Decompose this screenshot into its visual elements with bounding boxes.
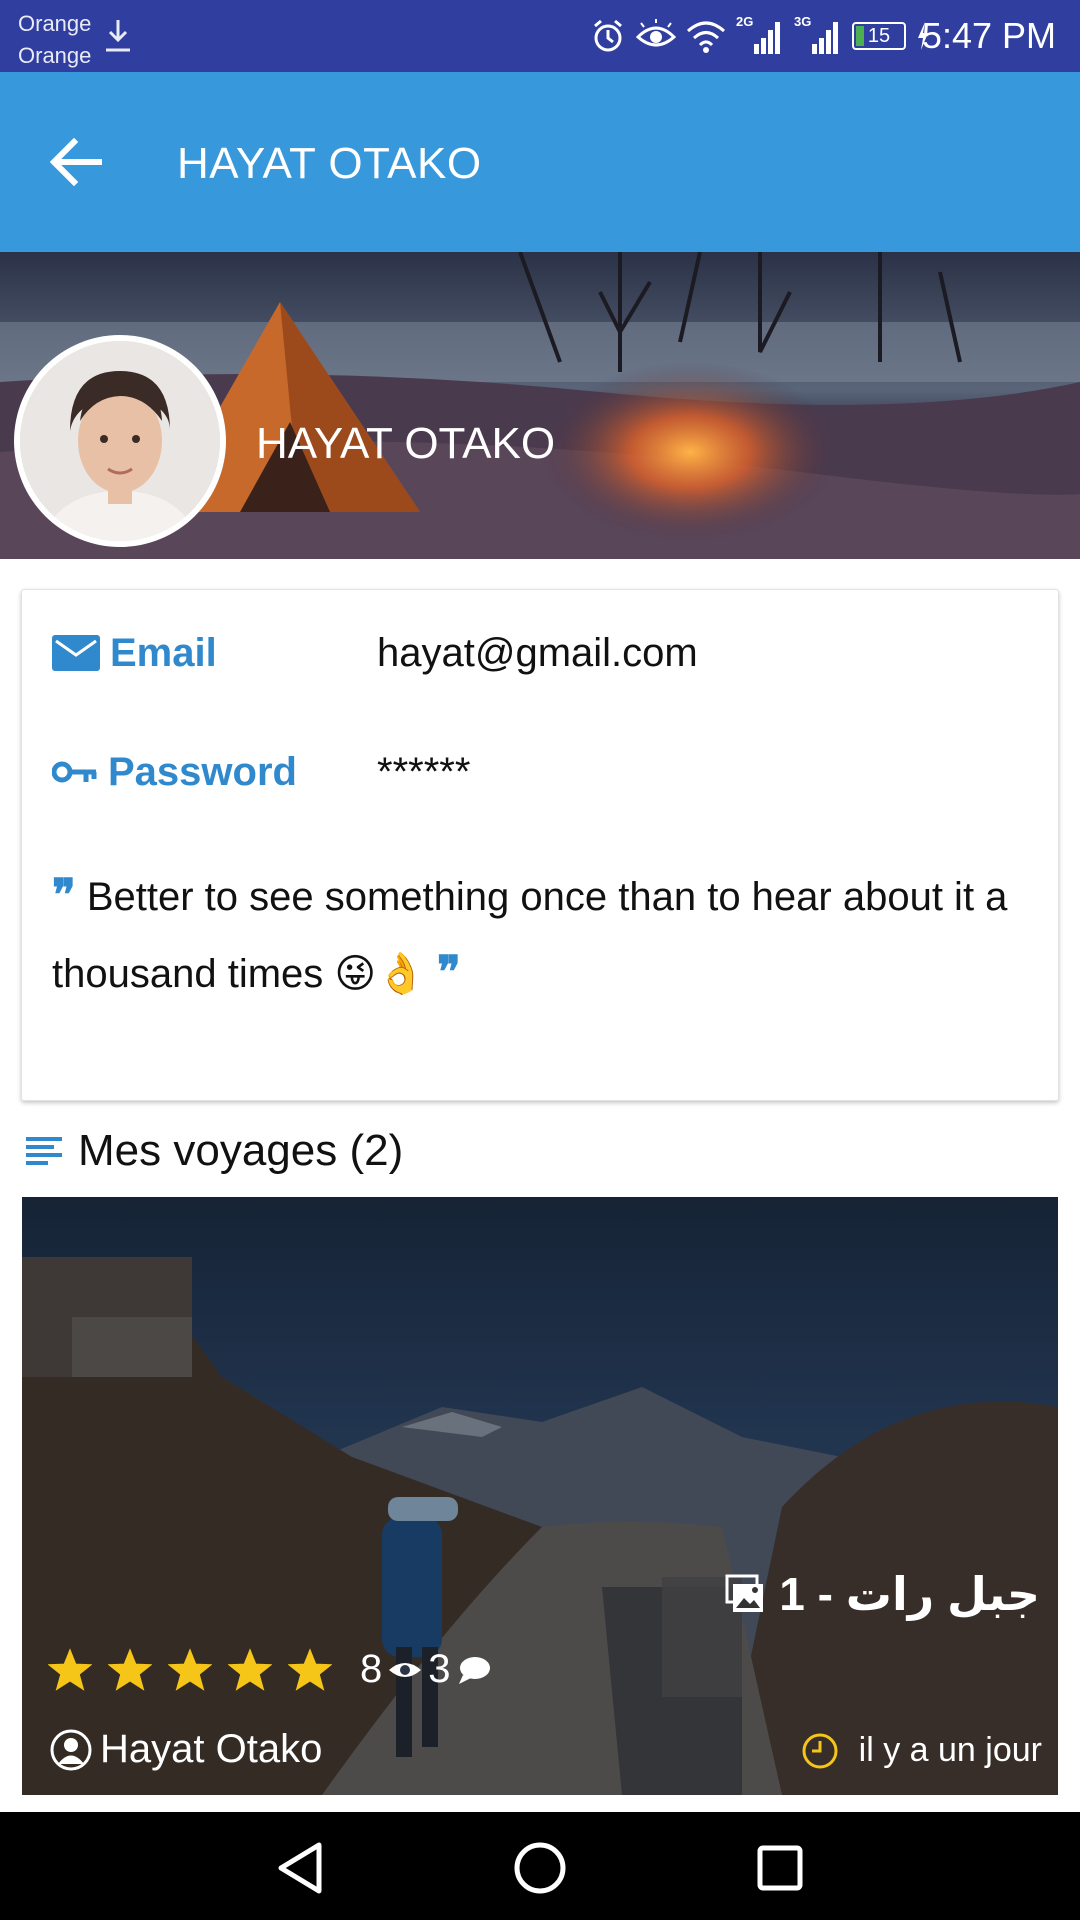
trip-photo bbox=[22, 1197, 1058, 1795]
trip-stats: 8 3 bbox=[48, 1647, 491, 1692]
alarm-icon bbox=[594, 19, 622, 52]
nav-home-button[interactable] bbox=[510, 1838, 570, 1898]
status-time: 5:47 PM bbox=[921, 15, 1056, 56]
eye-icon bbox=[389, 1662, 422, 1677]
app-bar-title: HAYAT OTAKO bbox=[177, 139, 482, 188]
email-value: hayat@gmail.com bbox=[377, 630, 698, 675]
battery-icon: 15 bbox=[852, 22, 906, 50]
back-button[interactable] bbox=[40, 126, 112, 198]
star-icon bbox=[288, 1647, 332, 1691]
quote-close-icon: ❞ bbox=[437, 947, 461, 998]
navigation-bar bbox=[0, 1812, 1080, 1920]
network-1-label: 2G bbox=[736, 14, 754, 29]
email-row: Email hayat@gmail.com bbox=[52, 625, 698, 681]
battery-level: 15 bbox=[867, 25, 891, 47]
password-label: Password bbox=[108, 749, 297, 794]
avatar[interactable] bbox=[14, 335, 226, 547]
quote-emoji: 😜👌 bbox=[334, 952, 426, 996]
arrow-back-icon bbox=[50, 138, 102, 186]
password-label-group: Password bbox=[52, 750, 297, 795]
password-value: ****** bbox=[377, 749, 471, 794]
signal-icon: 3G bbox=[794, 14, 842, 54]
trips-section-header: Mes voyages (2) bbox=[26, 1123, 403, 1179]
trip-title: جبل رات - 1 bbox=[779, 1568, 1040, 1620]
comment-icon bbox=[458, 1656, 490, 1684]
carrier-1: Orange bbox=[18, 11, 92, 36]
star-icon bbox=[228, 1647, 272, 1691]
time-ago: il y a un jour bbox=[858, 1731, 1042, 1769]
profile-cover: HAYAT OTAKO bbox=[0, 252, 1080, 559]
photos-icon bbox=[725, 1574, 764, 1612]
profile-info-card: Email hayat@gmail.com Password ****** ❞ … bbox=[21, 589, 1059, 1101]
bio-quote: ❞ Better to see something once than to h… bbox=[52, 858, 1032, 1012]
trip-author[interactable]: Hayat Otako bbox=[50, 1727, 322, 1772]
network-2-label: 3G bbox=[794, 14, 812, 29]
email-label: Email bbox=[110, 630, 217, 675]
key-icon bbox=[52, 761, 97, 783]
comments-count: 3 bbox=[428, 1647, 451, 1691]
quote-text: Better to see something once than to hea… bbox=[52, 875, 1008, 996]
list-icon bbox=[26, 1137, 62, 1165]
author-name: Hayat Otako bbox=[100, 1727, 323, 1771]
wifi-icon bbox=[687, 21, 725, 53]
nav-back-button[interactable] bbox=[270, 1838, 330, 1898]
trip-title-group: جبل رات - 1 bbox=[725, 1567, 1040, 1621]
signal-icon: 2G bbox=[736, 14, 784, 54]
star-icon bbox=[48, 1647, 92, 1691]
trip-card[interactable]: جبل رات - 1 8 3 Hayat Otako il y a un jo… bbox=[22, 1197, 1058, 1795]
triangle-back-icon bbox=[278, 1842, 322, 1894]
status-icons: 2G 3G 15 bbox=[590, 14, 930, 58]
nav-recents-button[interactable] bbox=[750, 1838, 810, 1898]
views-count: 8 bbox=[360, 1647, 383, 1691]
clock-icon bbox=[802, 1733, 838, 1768]
carrier-2: Orange bbox=[18, 43, 92, 68]
carrier-labels: Orange Orange bbox=[18, 8, 91, 72]
password-row: Password ****** bbox=[52, 744, 470, 800]
app-bar: HAYAT OTAKO bbox=[0, 72, 1080, 252]
section-title: Mes voyages (2) bbox=[78, 1126, 404, 1175]
quote-open-icon: ❞ bbox=[52, 870, 76, 921]
square-recents-icon bbox=[757, 1845, 803, 1891]
trip-time: il y a un jour bbox=[801, 1731, 1042, 1770]
mail-icon bbox=[52, 635, 100, 671]
rating-stars bbox=[48, 1647, 332, 1692]
profile-name: HAYAT OTAKO bbox=[256, 419, 556, 468]
user-icon bbox=[50, 1729, 92, 1770]
avatar-photo bbox=[20, 341, 220, 541]
status-bar: Orange Orange 2G 3G 15 5:47 PM bbox=[0, 0, 1080, 72]
eye-icon bbox=[636, 19, 676, 47]
star-icon bbox=[168, 1647, 212, 1691]
email-label-group: Email bbox=[52, 631, 217, 676]
circle-home-icon bbox=[514, 1842, 566, 1894]
download-icon bbox=[106, 20, 130, 52]
star-icon bbox=[108, 1647, 152, 1691]
